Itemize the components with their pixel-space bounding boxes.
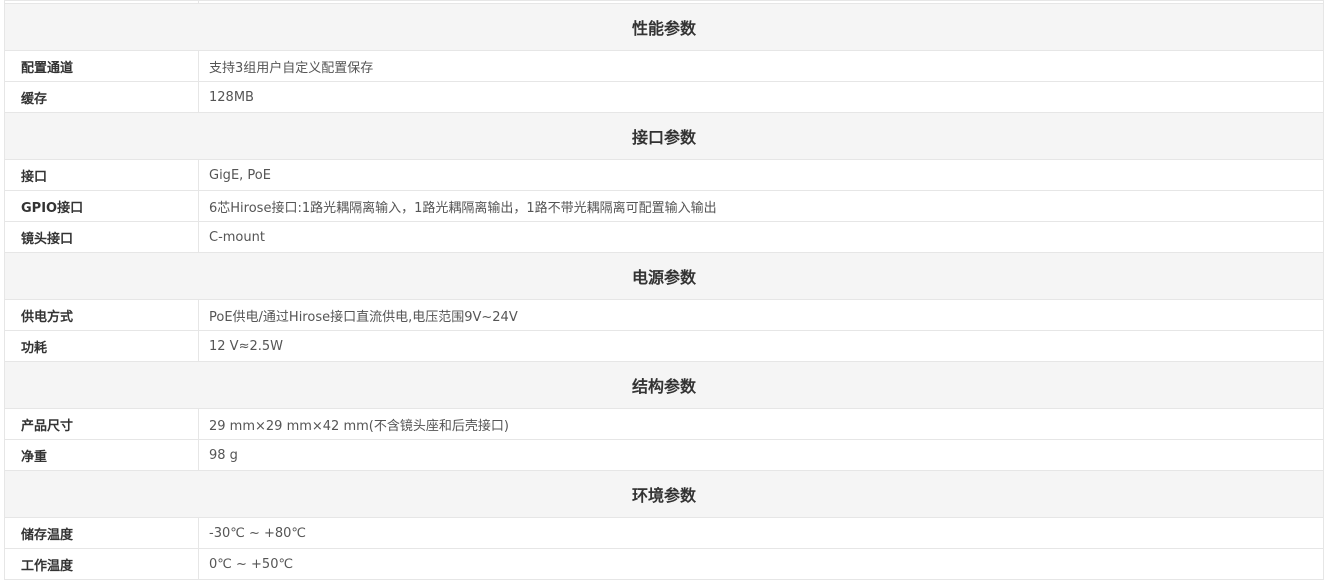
row-label: 功耗 <box>4 330 199 362</box>
row-value: 98 g <box>198 439 1324 471</box>
table-row: 配置通道 支持3组用户自定义配置保存 <box>4 50 1324 82</box>
section-header-interface: 接口参数 <box>4 112 1324 160</box>
row-value: 6芯Hirose接口:1路光耦隔离输入，1路光耦隔离输出，1路不带光耦隔离可配置… <box>198 190 1324 222</box>
section-title: 结构参数 <box>4 361 1324 409</box>
row-label: 供电方式 <box>4 299 199 331</box>
table-row: 净重 98 g <box>4 439 1324 471</box>
table-row: 接口 GigE, PoE <box>4 159 1324 191</box>
row-value: 29 mm×29 mm×42 mm(不含镜头座和后壳接口) <box>198 408 1324 440</box>
row-value: 12 V≈2.5W <box>198 330 1324 362</box>
table-row: 供电方式 PoE供电/通过Hirose接口直流供电,电压范围9V~24V <box>4 299 1324 331</box>
row-label: 产品尺寸 <box>4 408 199 440</box>
row-value: PoE供电/通过Hirose接口直流供电,电压范围9V~24V <box>198 299 1324 331</box>
row-value: GigE, PoE <box>198 159 1324 191</box>
row-label: 配置通道 <box>4 50 199 82</box>
table-row: GPIO接口 6芯Hirose接口:1路光耦隔离输入，1路光耦隔离输出，1路不带… <box>4 190 1324 222</box>
spec-table-container: 性能参数 配置通道 支持3组用户自定义配置保存 缓存 128MB 接口参数 接口… <box>4 0 1324 580</box>
table-row: 镜头接口 C-mount <box>4 221 1324 253</box>
table-row: 缓存 128MB <box>4 81 1324 113</box>
section-header-environment: 环境参数 <box>4 470 1324 518</box>
row-label: 净重 <box>4 439 199 471</box>
row-value: C-mount <box>198 221 1324 253</box>
section-title: 电源参数 <box>4 252 1324 300</box>
spec-table: 性能参数 配置通道 支持3组用户自定义配置保存 缓存 128MB 接口参数 接口… <box>4 0 1324 580</box>
row-label: 工作温度 <box>4 548 199 580</box>
row-label: 镜头接口 <box>4 221 199 253</box>
row-label: 储存温度 <box>4 517 199 549</box>
section-header-performance: 性能参数 <box>4 3 1324 51</box>
row-value: 支持3组用户自定义配置保存 <box>198 50 1324 82</box>
table-row: 产品尺寸 29 mm×29 mm×42 mm(不含镜头座和后壳接口) <box>4 408 1324 440</box>
table-row: 储存温度 -30℃ ~ +80℃ <box>4 517 1324 549</box>
row-value: -30℃ ~ +80℃ <box>198 517 1324 549</box>
row-label: GPIO接口 <box>4 190 199 222</box>
section-title: 环境参数 <box>4 470 1324 518</box>
row-value: 128MB <box>198 81 1324 113</box>
section-title: 性能参数 <box>4 3 1324 51</box>
table-row: 工作温度 0℃ ~ +50℃ <box>4 548 1324 580</box>
row-label: 接口 <box>4 159 199 191</box>
section-header-structure: 结构参数 <box>4 361 1324 409</box>
section-title: 接口参数 <box>4 112 1324 160</box>
section-header-power: 电源参数 <box>4 252 1324 300</box>
row-value: 0℃ ~ +50℃ <box>198 548 1324 580</box>
table-row: 功耗 12 V≈2.5W <box>4 330 1324 362</box>
row-label: 缓存 <box>4 81 199 113</box>
